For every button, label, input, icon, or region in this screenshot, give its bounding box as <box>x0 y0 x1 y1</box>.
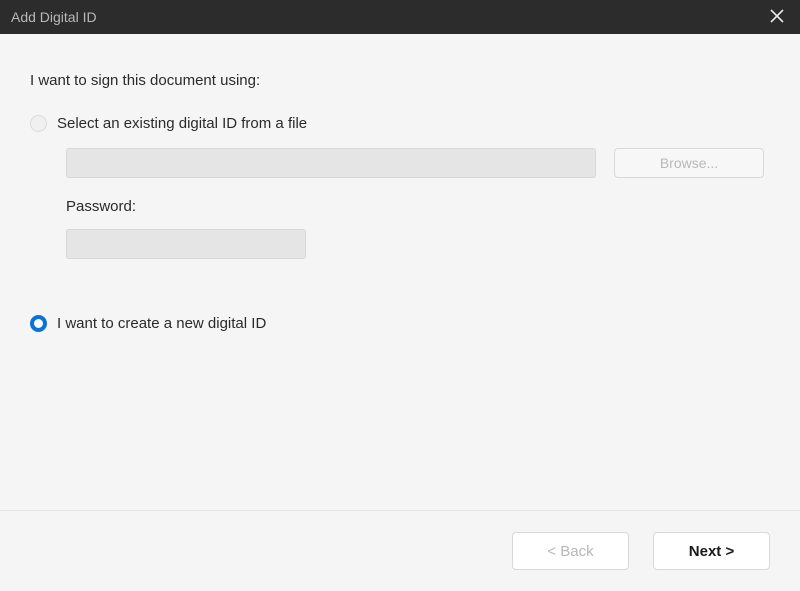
option-existing-id-label: Select an existing digital ID from a fil… <box>57 115 307 132</box>
window-title: Add Digital ID <box>11 9 97 25</box>
dialog-content: I want to sign this document using: Sele… <box>0 34 800 510</box>
option-create-new-label: I want to create a new digital ID <box>57 315 266 332</box>
close-icon <box>770 9 784 23</box>
intro-text: I want to sign this document using: <box>30 72 770 89</box>
radio-existing-id[interactable] <box>30 115 47 132</box>
close-button[interactable] <box>764 5 790 29</box>
option-existing-id[interactable]: Select an existing digital ID from a fil… <box>30 115 770 132</box>
next-button[interactable]: Next > <box>653 532 770 570</box>
password-input[interactable] <box>66 229 306 259</box>
file-path-input[interactable] <box>66 148 596 178</box>
radio-create-new[interactable] <box>30 315 47 332</box>
titlebar: Add Digital ID <box>0 0 800 34</box>
back-button[interactable]: < Back <box>512 532 629 570</box>
password-label: Password: <box>66 198 770 215</box>
browse-button[interactable]: Browse... <box>614 148 764 178</box>
file-path-row: Browse... <box>66 148 770 178</box>
option-create-new[interactable]: I want to create a new digital ID <box>30 315 770 332</box>
password-section: Password: <box>66 198 770 259</box>
dialog-footer: < Back Next > <box>0 511 800 591</box>
